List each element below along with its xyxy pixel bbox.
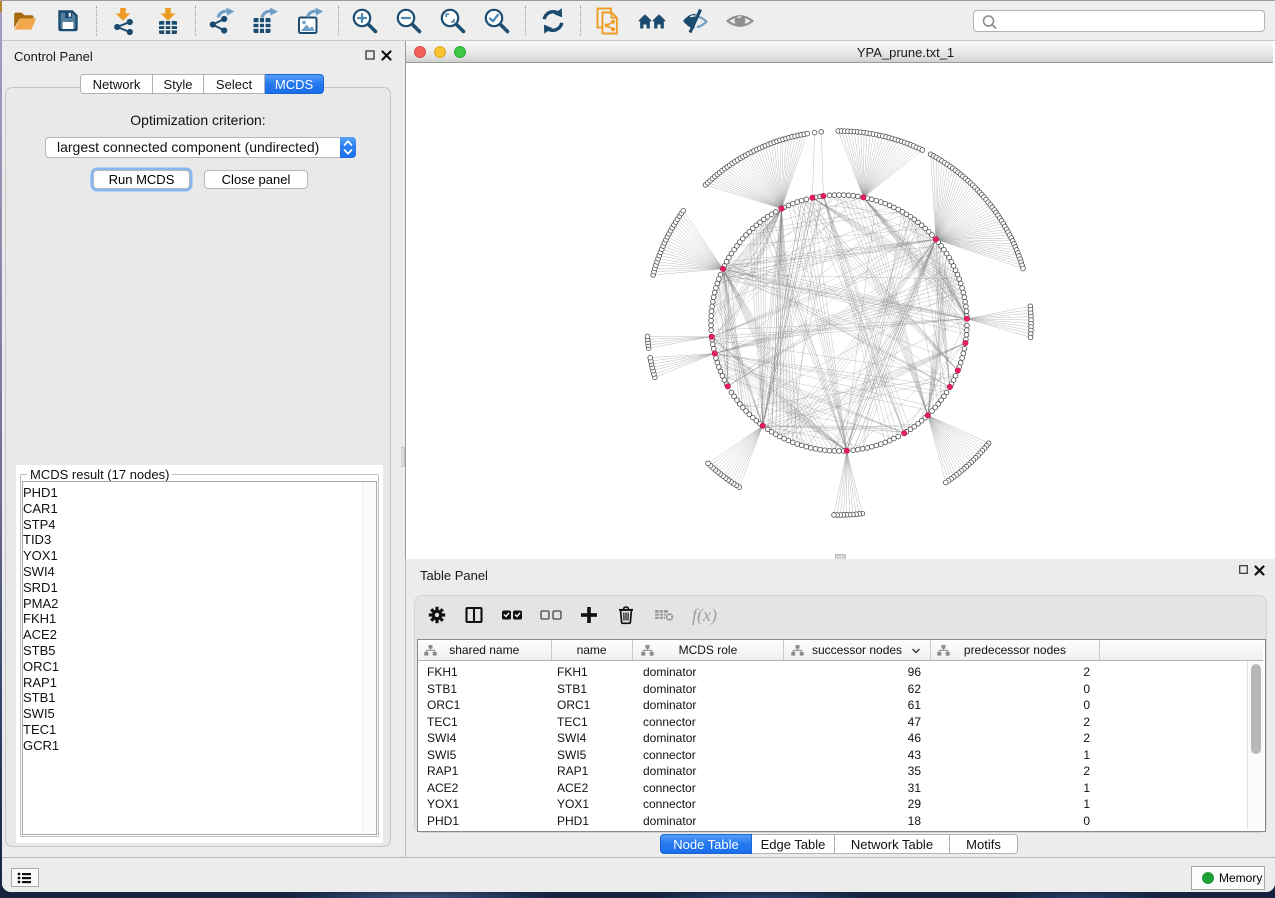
svg-text:f(x): f(x) [692, 605, 717, 626]
